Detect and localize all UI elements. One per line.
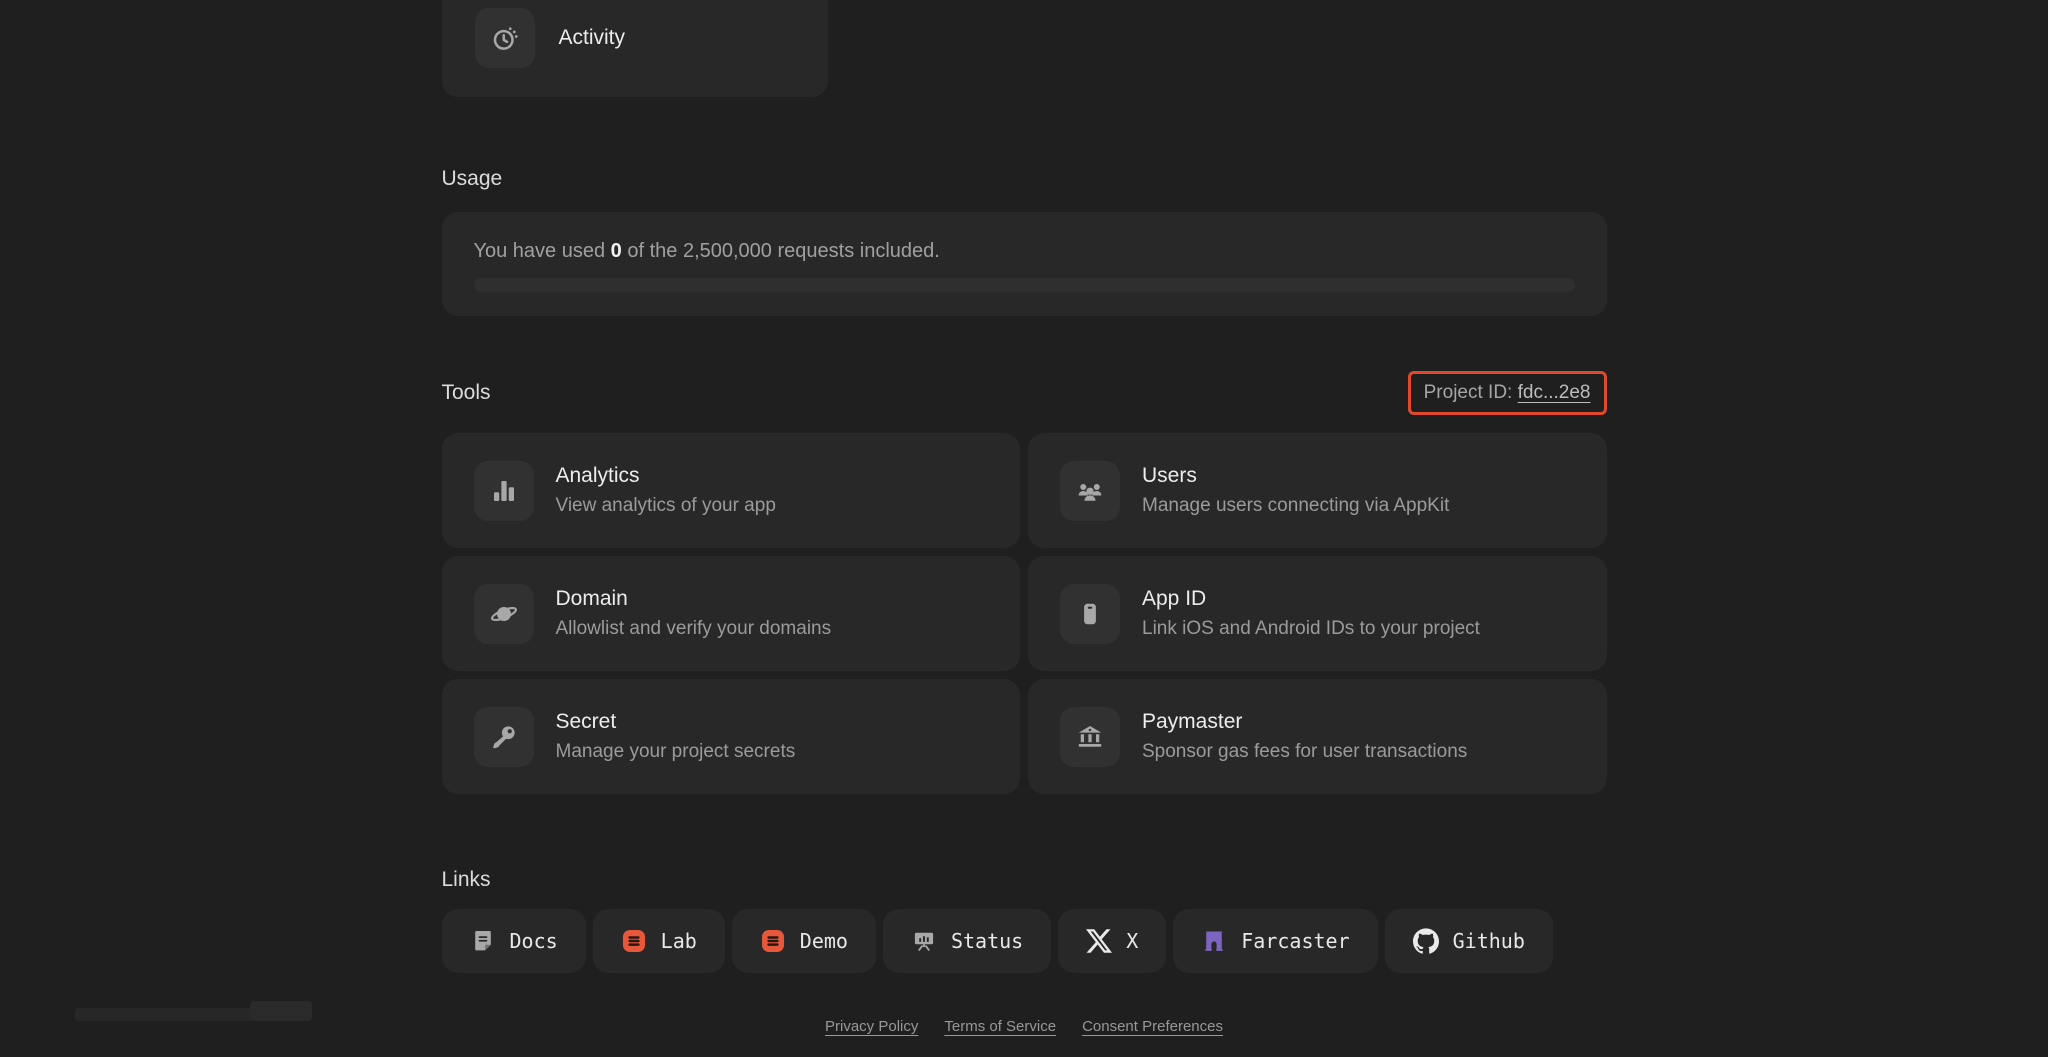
links-row: Docs Lab Demo Status X Farcaster Github (441, 909, 1607, 973)
tool-description: Manage users connecting via AppKit (1142, 495, 1450, 516)
reown-logo-icon (760, 928, 786, 954)
tool-card-paymaster[interactable]: Paymaster Sponsor gas fees for user tran… (1028, 679, 1607, 794)
usage-text: You have used 0 of the 2,500,000 request… (474, 240, 1575, 263)
tool-card-secret[interactable]: Secret Manage your project secrets (441, 679, 1020, 794)
tool-description: Link iOS and Android IDs to your project (1142, 618, 1480, 639)
usage-progress-bar (473, 278, 1575, 292)
tool-card-analytics[interactable]: Analytics View analytics of your app (441, 433, 1020, 548)
tool-title: Domain (555, 587, 628, 610)
link-label: Farcaster (1241, 929, 1350, 953)
usage-suffix: of the 2,500,000 requests included. (621, 240, 940, 262)
link-button-github[interactable]: Github (1384, 909, 1553, 973)
x-logo-icon (1086, 928, 1113, 954)
obscured-bottom-widget (60, 999, 360, 1021)
footer-link-consent-preferences[interactable]: Consent Preferences (1082, 1018, 1223, 1035)
tools-heading: Tools (441, 381, 491, 404)
tools-header: Tools Project ID: fdc...2e8 (442, 371, 1607, 415)
document-icon (470, 928, 496, 954)
link-button-x[interactable]: X (1058, 909, 1167, 973)
bar-chart-icon (473, 460, 534, 521)
link-label: Github (1452, 929, 1525, 953)
usage-card: You have used 0 of the 2,500,000 request… (441, 212, 1607, 316)
tool-card-app-id[interactable]: App ID Link iOS and Android IDs to your … (1028, 556, 1607, 671)
planet-icon (473, 583, 534, 644)
project-id-annotation[interactable]: Project ID: fdc...2e8 (1407, 371, 1607, 415)
tool-title: Users (1142, 464, 1197, 487)
tool-description: Manage your project secrets (555, 741, 796, 762)
farcaster-icon (1201, 928, 1227, 954)
link-button-docs[interactable]: Docs (441, 909, 586, 973)
link-label: Demo (799, 929, 848, 953)
reown-logo-icon (621, 928, 647, 954)
link-label: Lab (660, 929, 697, 953)
tool-description: Allowlist and verify your domains (555, 618, 832, 639)
obscured-widget-part (75, 1008, 265, 1021)
project-id-value[interactable]: fdc...2e8 (1518, 382, 1591, 404)
bank-icon (1060, 706, 1120, 767)
footer-links: Privacy Policy Terms of Service Consent … (442, 1018, 1607, 1035)
tool-description: View analytics of your app (555, 495, 776, 516)
link-label: Status (950, 929, 1024, 953)
tool-title: Analytics (555, 464, 640, 487)
link-label: Docs (509, 929, 558, 953)
tool-title: Paymaster (1142, 710, 1243, 733)
footer-link-privacy-policy[interactable]: Privacy Policy (825, 1018, 918, 1035)
link-label: X (1126, 929, 1139, 953)
link-button-demo[interactable]: Demo (731, 909, 876, 973)
main-content: Activity Usage You have used 0 of the 2,… (441, 0, 1607, 1035)
key-icon (473, 706, 534, 767)
tool-card-users[interactable]: Users Manage users connecting via AppKit (1028, 433, 1607, 548)
tools-grid: Analytics View analytics of your app Use… (441, 433, 1607, 794)
timer-icon (474, 7, 535, 68)
links-heading: Links (441, 868, 491, 891)
status-board-icon (911, 928, 937, 954)
usage-used-count: 0 (610, 240, 622, 262)
usage-prefix: You have used (473, 240, 611, 262)
github-icon (1412, 928, 1439, 954)
users-icon (1060, 460, 1120, 521)
tool-title: App ID (1142, 587, 1207, 610)
footer-link-terms-of-service[interactable]: Terms of Service (944, 1018, 1056, 1035)
obscured-widget-part (250, 1001, 312, 1021)
tool-description: Sponsor gas fees for user transactions (1142, 741, 1468, 762)
activity-label: Activity (558, 25, 626, 49)
tool-card-domain[interactable]: Domain Allowlist and verify your domains (441, 556, 1020, 671)
link-button-farcaster[interactable]: Farcaster (1173, 909, 1378, 973)
tool-title: Secret (555, 710, 617, 733)
project-id-label: Project ID: (1423, 382, 1518, 403)
phone-icon (1060, 583, 1120, 644)
link-button-status[interactable]: Status (882, 909, 1052, 973)
activity-menu-item[interactable]: Activity (441, 0, 828, 97)
link-button-lab[interactable]: Lab (592, 909, 725, 973)
usage-heading: Usage (441, 167, 503, 190)
